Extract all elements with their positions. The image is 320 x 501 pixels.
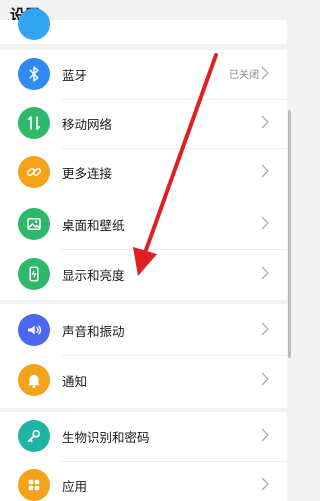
link-icon (18, 156, 50, 188)
chevron-right-icon (261, 216, 269, 230)
settings-group-security: 生物识别和密码 应用 (0, 412, 287, 501)
image-icon (18, 208, 50, 240)
bluetooth-icon (18, 58, 50, 90)
chevron-right-icon (261, 428, 269, 442)
chevron-right-icon (261, 66, 269, 80)
chevron-right-icon (261, 477, 269, 491)
mobile-network-label: 移动网络 (62, 117, 113, 132)
settings-row-apps[interactable]: 应用 (0, 461, 287, 501)
settings-row-bluetooth[interactable]: 蓝牙 已关闭 (0, 50, 287, 100)
partial-top-icon (18, 8, 50, 40)
settings-group-display: 桌面和壁纸 显示和亮度 (0, 198, 287, 300)
more-connections-label: 更多连接 (62, 166, 113, 181)
chevron-right-icon (261, 372, 269, 386)
bluetooth-status: 已关闭 (229, 70, 259, 81)
bluetooth-label: 蓝牙 (62, 68, 88, 83)
desktop-wallpaper-label: 桌面和壁纸 (62, 218, 125, 233)
notifications-label: 通知 (62, 374, 88, 389)
chevron-right-icon (261, 266, 269, 280)
bell-icon (18, 364, 50, 396)
chevron-right-icon (261, 322, 269, 336)
chevron-right-icon (261, 164, 269, 178)
mobile-network-icon (18, 107, 50, 139)
settings-row-notifications[interactable]: 通知 (0, 356, 287, 406)
apps-grid-icon (18, 469, 50, 501)
settings-group-partial (0, 8, 287, 44)
settings-group-sound: 声音和振动 通知 (0, 304, 287, 408)
chevron-right-icon (261, 115, 269, 129)
biometrics-password-label: 生物识别和密码 (62, 430, 150, 445)
settings-row-mobile-network[interactable]: 移动网络 (0, 99, 287, 149)
settings-row-desktop-wallpaper[interactable]: 桌面和壁纸 (0, 200, 287, 250)
settings-row-display-brightness[interactable]: 显示和亮度 (0, 250, 287, 300)
key-icon (18, 420, 50, 452)
phone-brightness-icon (18, 258, 50, 290)
scrollbar[interactable] (288, 110, 291, 358)
display-brightness-label: 显示和亮度 (62, 268, 125, 283)
settings-row-sound-vibration[interactable]: 声音和振动 (0, 306, 287, 356)
settings-group-connectivity: 蓝牙 已关闭 移动网络 更多连接 (0, 50, 287, 198)
apps-label: 应用 (62, 479, 88, 494)
settings-row-more-connections[interactable]: 更多连接 (0, 148, 287, 198)
sound-vibration-label: 声音和振动 (62, 324, 125, 339)
settings-row-biometrics-password[interactable]: 生物识别和密码 (0, 412, 287, 462)
speaker-icon (18, 314, 50, 346)
